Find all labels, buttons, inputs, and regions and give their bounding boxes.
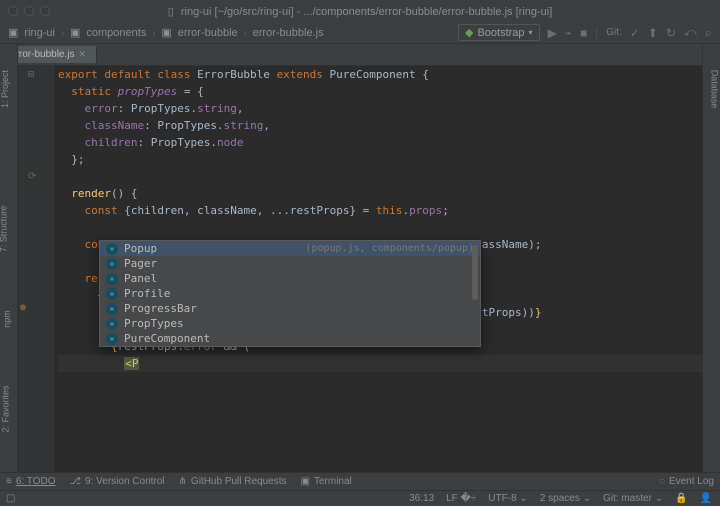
tool-vcs[interactable]: ⎇ 9: Version Control xyxy=(70,476,165,487)
autocomplete-item[interactable]: ⚛ PropTypes xyxy=(100,316,480,331)
tool-npm[interactable]: npm xyxy=(2,310,12,328)
tool-windows-toggle-icon[interactable]: ▢ xyxy=(6,493,15,504)
autocomplete-scrollbar[interactable] xyxy=(472,243,478,344)
tool-event-log[interactable]: ◌ Event Log xyxy=(659,476,714,487)
react-component-icon: ⚛ xyxy=(106,288,118,300)
status-line-separator[interactable]: LF �÷ xyxy=(446,493,476,504)
chevron-down-icon: ▾ xyxy=(529,28,533,37)
autocomplete-item[interactable]: ⚛ Panel xyxy=(100,271,480,286)
react-component-icon: ⚛ xyxy=(106,258,118,270)
file-icon: ▯ xyxy=(168,6,174,18)
gutter[interactable]: ⊟ ⟳ ● xyxy=(18,66,54,472)
bottom-tool-bar: ≡ 6: TODO ⎇ 9: Version Control ⋔ GitHub … xyxy=(0,472,720,490)
chevron-right-icon: › xyxy=(152,28,155,38)
status-position[interactable]: 36:13 xyxy=(409,493,434,504)
autocomplete-item[interactable]: ⚛ PureComponent xyxy=(100,331,480,346)
close-tab-icon[interactable]: ✕ xyxy=(78,49,86,60)
breadcrumb[interactable]: error-bubble.js xyxy=(253,27,324,39)
status-git-branch[interactable]: Git: master ⌄ xyxy=(603,493,663,504)
folder-icon: ▣ xyxy=(8,26,18,39)
left-tool-stripe: 1: Project 7: Structure npm 2: Favorites xyxy=(0,44,18,472)
breadcrumb[interactable]: error-bubble xyxy=(178,27,238,39)
chevron-right-icon: › xyxy=(61,28,64,38)
titlebar: ▯ ring-ui [~/go/src/ring-ui] - .../compo… xyxy=(0,0,720,22)
status-hector-icon[interactable]: 👤 xyxy=(700,493,712,504)
vcs-commit-icon[interactable]: ⬆ xyxy=(648,26,658,40)
autocomplete-item[interactable]: ⚛ Pager xyxy=(100,256,480,271)
history-icon[interactable]: ↻ xyxy=(666,26,676,40)
tool-terminal[interactable]: ▣ Terminal xyxy=(301,476,352,487)
search-icon[interactable]: ⌕ xyxy=(705,25,712,41)
tool-todo[interactable]: ≡ 6: TODO xyxy=(6,476,56,487)
tool-github-pr[interactable]: ⋔ GitHub Pull Requests xyxy=(179,476,287,487)
status-bar: ▢ 36:13 LF �÷ UTF-8 ⌄ 2 spaces ⌄ Git: ma… xyxy=(0,490,720,506)
git-label: Git: xyxy=(606,27,622,38)
editor-tabs: error-bubble.js ✕ xyxy=(0,44,720,66)
run-button-icon[interactable]: ▶ xyxy=(548,26,557,40)
status-encoding[interactable]: UTF-8 ⌄ xyxy=(488,493,528,504)
vcs-update-icon[interactable]: ✓ xyxy=(630,26,640,40)
navigation-bar: ▣ ring-ui › ▣ components › ▣ error-bubbl… xyxy=(0,22,720,44)
breadcrumb[interactable]: ring-ui xyxy=(24,27,55,39)
react-component-icon: ⚛ xyxy=(106,333,118,345)
status-indent[interactable]: 2 spaces ⌄ xyxy=(540,493,591,504)
folder-icon: ▣ xyxy=(161,26,171,39)
autocomplete-item[interactable]: ⚛ Profile xyxy=(100,286,480,301)
react-component-icon: ⚛ xyxy=(106,318,118,330)
stop-button-icon[interactable]: ■ xyxy=(580,26,587,40)
nodejs-icon: ◆ xyxy=(465,26,473,39)
autocomplete-popup[interactable]: ⚛ Popup (popup.js, components/popup) ⚛ P… xyxy=(99,240,481,347)
react-component-icon: ⚛ xyxy=(106,243,118,255)
status-lock-icon[interactable]: 🔒 xyxy=(675,493,687,504)
react-component-icon: ⚛ xyxy=(106,303,118,315)
tool-database[interactable]: Database xyxy=(710,70,720,109)
window-title: ▯ ring-ui [~/go/src/ring-ui] - .../compo… xyxy=(0,5,720,18)
tool-favorites[interactable]: 2: Favorites xyxy=(1,385,11,432)
react-component-icon: ⚛ xyxy=(106,273,118,285)
autocomplete-item[interactable]: ⚛ Popup (popup.js, components/popup) xyxy=(100,241,480,256)
debug-button-icon[interactable]: ⌁ xyxy=(565,26,572,40)
folder-icon: ▣ xyxy=(70,26,80,39)
chevron-right-icon: › xyxy=(244,28,247,38)
tool-project[interactable]: 1: Project xyxy=(0,70,10,108)
run-config-selector[interactable]: ◆ Bootstrap ▾ xyxy=(458,24,540,41)
right-tool-stripe: Database xyxy=(702,44,720,472)
revert-icon[interactable]: ⤺ xyxy=(684,25,697,40)
autocomplete-item[interactable]: ⚛ ProgressBar xyxy=(100,301,480,316)
breadcrumb[interactable]: components xyxy=(86,27,146,39)
tool-structure[interactable]: 7: Structure xyxy=(0,206,8,253)
